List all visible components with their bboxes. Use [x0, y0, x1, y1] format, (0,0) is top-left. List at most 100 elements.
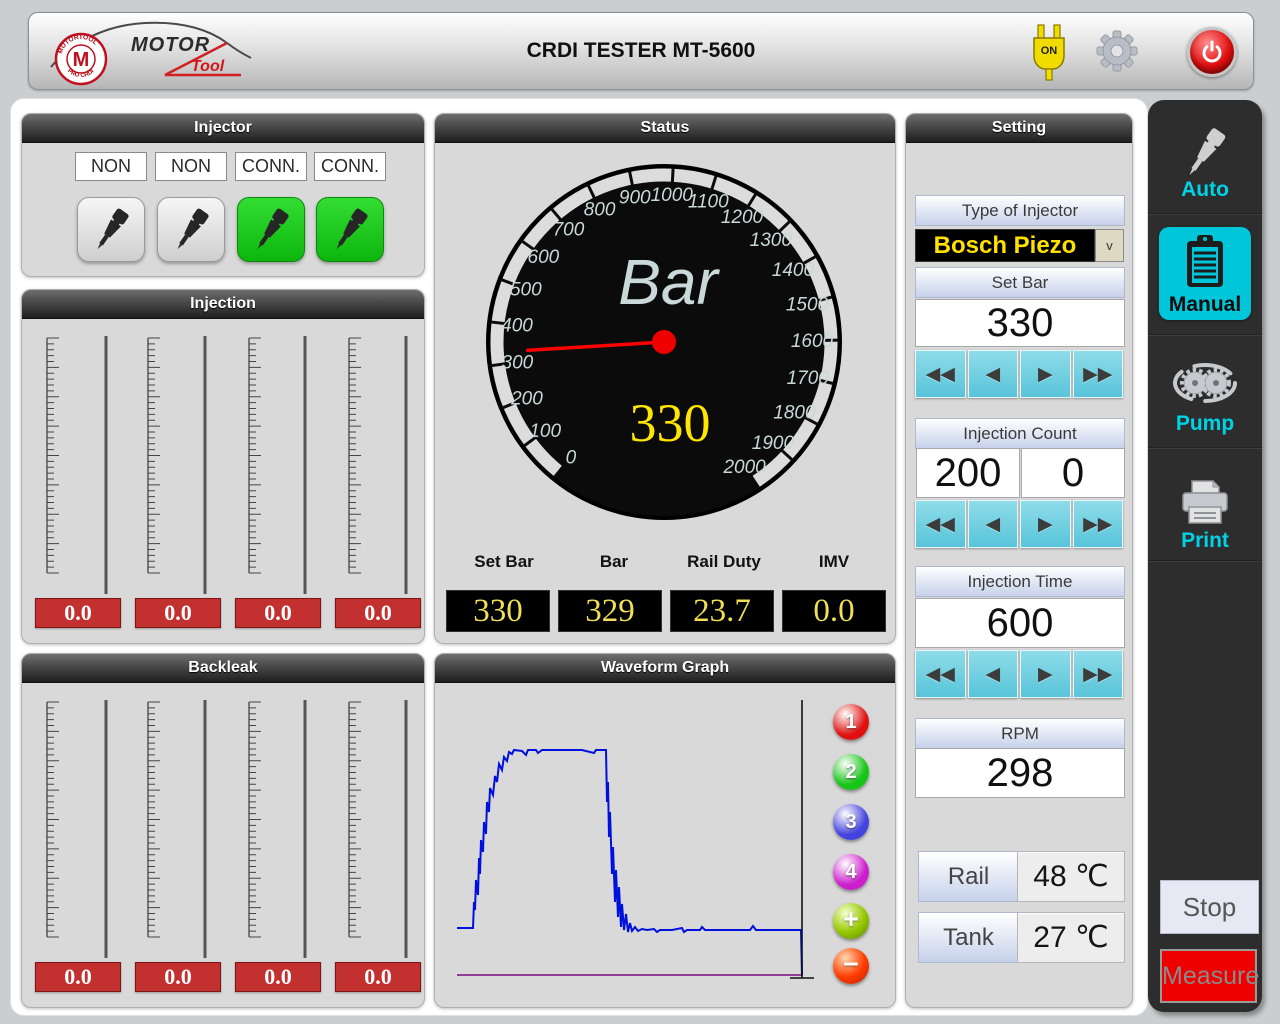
settings-gear-icon[interactable] — [1093, 27, 1141, 75]
title-bar: CRDI TESTER MT-5600 MOTOR Tool MOTORTOOL… — [28, 12, 1254, 90]
injection-count-label: Injection Count — [915, 418, 1125, 449]
svg-text:200: 200 — [510, 389, 543, 410]
backleak-3-value: 0.0 — [235, 962, 321, 992]
sidebar-pump-label: Pump — [1148, 412, 1262, 436]
svg-text:700: 700 — [553, 220, 585, 241]
sidebar-manual-label: Manual — [1159, 293, 1251, 317]
injection-time-decrease-button[interactable]: ◀ — [968, 650, 1019, 698]
injector-type-dropdown[interactable]: Bosch Piezo — [915, 229, 1095, 262]
injection-count-fast-decrease-button[interactable]: ◀◀ — [915, 500, 966, 548]
injection-panel-title: Injection — [22, 290, 424, 319]
svg-text:400: 400 — [501, 316, 533, 337]
setting-panel: Setting Type of Injector Bosch Piezo v S… — [905, 113, 1133, 1008]
waveform-channel-2-button[interactable]: 2 — [833, 754, 869, 790]
readout-value-imv: 0.0 — [782, 590, 886, 632]
readout-value-setbar: 330 — [446, 590, 550, 632]
backleak-1-value: 0.0 — [35, 962, 121, 992]
sidebar-divider — [1148, 560, 1262, 562]
injector-type-dropdown-arrow[interactable]: v — [1095, 229, 1124, 262]
injection-time-fast-decrease-button[interactable]: ◀◀ — [915, 650, 966, 698]
readout-label-railduty: Rail Duty — [669, 552, 779, 572]
svg-text:1600: 1600 — [791, 331, 834, 352]
injection-4-value: 0.0 — [335, 598, 421, 628]
svg-text:1700: 1700 — [787, 368, 830, 389]
injector-4-button[interactable] — [316, 197, 384, 262]
injector-4-status: CONN. — [314, 152, 386, 181]
svg-text:600: 600 — [528, 247, 560, 268]
status-panel-title: Status — [435, 114, 895, 143]
power-plug-icon[interactable]: ON — [1029, 23, 1069, 81]
logo-badge: MOTORTOOL PRO CRDI M — [56, 34, 106, 84]
injection-time-increase-button[interactable]: ▶ — [1020, 650, 1071, 698]
sidebar-item-manual[interactable]: Manual — [1159, 227, 1251, 320]
readout-label-setbar: Set Bar — [449, 552, 559, 572]
backleak-4-value: 0.0 — [335, 962, 421, 992]
injection-count-current-value: 0 — [1021, 448, 1125, 498]
injector-3-button[interactable] — [237, 197, 305, 262]
waveform-chart — [435, 682, 895, 1007]
sidebar-divider — [1148, 334, 1262, 336]
auto-injector-icon — [1175, 123, 1235, 183]
set-bar-increase-button[interactable]: ▶ — [1020, 350, 1071, 398]
sidebar-divider — [1148, 447, 1262, 449]
waveform-channel-1-button[interactable]: 1 — [833, 704, 869, 740]
injector-icon — [324, 204, 376, 256]
backleak-panel-title: Backleak — [22, 654, 424, 683]
injector-2-status: NON — [155, 152, 227, 181]
svg-text:Bar: Bar — [618, 246, 720, 318]
set-bar-decrease-button[interactable]: ◀ — [968, 350, 1019, 398]
injection-time-stepper: ◀◀ ◀ ▶ ▶▶ — [915, 650, 1123, 698]
injection-sliders[interactable] — [22, 322, 424, 594]
power-button[interactable] — [1187, 27, 1237, 77]
rail-temp-label: Rail — [918, 851, 1019, 902]
pressure-gauge: 0100200300400500600700800900100011001200… — [480, 158, 848, 526]
injection-count-fast-increase-button[interactable]: ▶▶ — [1073, 500, 1124, 548]
pump-gears-icon — [1170, 355, 1240, 411]
injection-2-value: 0.0 — [135, 598, 221, 628]
svg-text:1900: 1900 — [752, 433, 795, 454]
svg-text:300: 300 — [502, 353, 534, 374]
manual-clipboard-icon — [1184, 233, 1226, 291]
sidebar: Auto Manual Pump — [1148, 100, 1262, 1012]
motortool-logo: MOTOR Tool MOTORTOOL PRO CRDI M — [43, 15, 263, 87]
waveform-zoom-in-button[interactable]: + — [833, 903, 869, 939]
svg-text:1800: 1800 — [773, 403, 816, 424]
measure-button[interactable]: Measure — [1160, 949, 1257, 1003]
tank-temp-value: 27 ℃ — [1017, 912, 1125, 963]
readout-value-bar: 329 — [558, 590, 662, 632]
injection-time-value: 600 — [915, 598, 1125, 648]
svg-text:2000: 2000 — [722, 457, 766, 478]
backleak-panel: Backleak 0.0 0.0 0.0 0.0 — [21, 653, 425, 1008]
waveform-channel-3-button[interactable]: 3 — [833, 804, 869, 840]
svg-text:900: 900 — [619, 188, 651, 209]
injection-time-fast-increase-button[interactable]: ▶▶ — [1073, 650, 1124, 698]
readout-value-railduty: 23.7 — [670, 590, 774, 632]
injector-panel-title: Injector — [22, 114, 424, 143]
svg-text:1500: 1500 — [786, 294, 829, 315]
set-bar-value: 330 — [915, 299, 1125, 347]
injector-icon — [245, 204, 297, 256]
waveform-zoom-out-button[interactable]: − — [833, 948, 869, 984]
injection-count-increase-button[interactable]: ▶ — [1020, 500, 1071, 548]
status-panel: Status 010020030040050060070080090010001… — [434, 113, 896, 644]
set-bar-fast-decrease-button[interactable]: ◀◀ — [915, 350, 966, 398]
svg-text:800: 800 — [584, 199, 616, 220]
injector-icon — [85, 204, 137, 256]
badge-letter: M — [73, 49, 90, 71]
set-bar-fast-increase-button[interactable]: ▶▶ — [1073, 350, 1124, 398]
svg-text:100: 100 — [529, 421, 561, 442]
rail-temp-value: 48 ℃ — [1017, 851, 1125, 902]
svg-text:330: 330 — [630, 393, 711, 453]
stop-button[interactable]: Stop — [1160, 880, 1259, 934]
power-symbol-icon — [1190, 30, 1234, 74]
waveform-channel-4-button[interactable]: 4 — [833, 854, 869, 890]
injector-2-button[interactable] — [157, 197, 225, 262]
injection-count-decrease-button[interactable]: ◀ — [968, 500, 1019, 548]
svg-text:1400: 1400 — [772, 260, 815, 281]
injection-3-value: 0.0 — [235, 598, 321, 628]
backleak-sliders[interactable] — [22, 686, 424, 958]
set-bar-label: Set Bar — [915, 267, 1125, 298]
injection-time-label: Injection Time — [915, 566, 1125, 597]
injection-count-stepper: ◀◀ ◀ ▶ ▶▶ — [915, 500, 1123, 548]
injector-1-button[interactable] — [77, 197, 145, 262]
